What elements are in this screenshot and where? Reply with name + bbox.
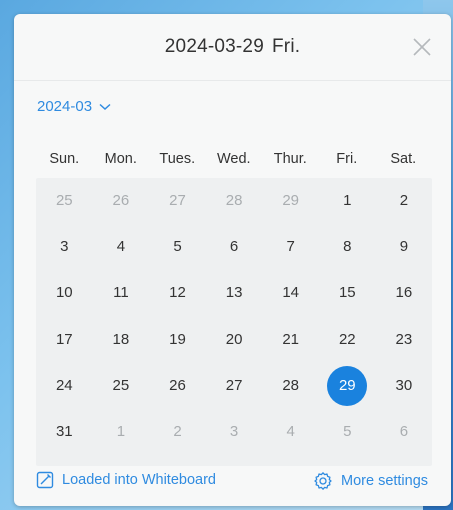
edit-icon [36, 471, 54, 489]
calendar-day-outside[interactable]: 3 [214, 412, 254, 452]
weekday-label: Tues. [159, 151, 196, 167]
weekday-header-row: Sun. Mon. Tues. Wed. Thur. Fri. Sat. [36, 151, 432, 167]
calendar-day[interactable]: 4 [101, 227, 141, 267]
selected-date: 2024-03-29 [164, 36, 264, 57]
weekday-label: Wed. [216, 151, 251, 167]
weekday-label: Mon. [104, 151, 137, 167]
calendar-day[interactable]: 28 [271, 366, 311, 406]
calendar-day[interactable]: 7 [271, 227, 311, 267]
selected-weekday: Fri. [271, 36, 301, 57]
calendar-day[interactable]: 5 [158, 227, 198, 267]
dialog-footer: Loaded into Whiteboard More settings [14, 469, 451, 506]
calendar-day[interactable]: 11 [101, 273, 141, 313]
calendar-day-outside[interactable]: 2 [158, 412, 198, 452]
calendar-day[interactable]: 31 [44, 412, 84, 452]
calendar-dialog: 2024-03-29 Fri. 2024-03 Sun. Mon. Tues. Wed.… [14, 14, 451, 506]
calendar-day[interactable]: 16 [384, 273, 424, 313]
calendar-day-outside[interactable]: 25 [44, 181, 84, 221]
calendar-day[interactable]: 20 [214, 320, 254, 360]
calendar-grid: 25 26 27 28 29 1 2 3 4 5 6 7 8 9 10 11 12 13 14 15 16 17 18 19 2… [36, 178, 432, 466]
calendar-day-outside[interactable]: 1 [101, 412, 141, 452]
calendar-day-outside[interactable]: 5 [327, 412, 367, 452]
calendar-day-outside[interactable]: 26 [101, 181, 141, 221]
month-label: 2024-03 [37, 98, 93, 115]
calendar-day[interactable]: 24 [44, 366, 84, 406]
gear-icon [314, 472, 332, 490]
page-title: 2024-03-29 Fri. [165, 36, 300, 58]
calendar-day[interactable]: 1 [327, 181, 367, 221]
calendar-day[interactable]: 25 [101, 366, 141, 406]
calendar-day-outside[interactable]: 28 [214, 181, 254, 221]
calendar-day[interactable]: 2 [384, 181, 424, 221]
calendar-day[interactable]: 10 [44, 273, 84, 313]
calendar-day[interactable]: 8 [327, 227, 367, 267]
chevron-down-icon [99, 103, 111, 110]
calendar-day[interactable]: 26 [158, 366, 198, 406]
calendar-day[interactable]: 21 [271, 320, 311, 360]
calendar-day[interactable]: 9 [384, 227, 424, 267]
calendar-day-outside[interactable]: 6 [384, 412, 424, 452]
month-selector[interactable]: 2024-03 [37, 98, 111, 115]
calendar-day-outside[interactable]: 29 [271, 181, 311, 221]
close-button[interactable] [411, 36, 433, 58]
dialog-header: 2024-03-29 Fri. [14, 14, 451, 81]
close-icon [413, 38, 431, 56]
calendar-day[interactable]: 19 [158, 320, 198, 360]
calendar-day[interactable]: 27 [214, 366, 254, 406]
calendar-day[interactable]: 23 [384, 320, 424, 360]
calendar-day[interactable]: 6 [214, 227, 254, 267]
calendar-day[interactable]: 13 [214, 273, 254, 313]
weekday-label: Thur. [273, 151, 307, 167]
weekday-label: Fri. [336, 151, 358, 167]
weekday-label: Sat. [390, 151, 417, 167]
calendar-day[interactable]: 14 [271, 273, 311, 313]
more-settings-label: More settings [341, 473, 429, 489]
calendar-day[interactable]: 30 [384, 366, 424, 406]
load-into-whiteboard-label: Loaded into Whiteboard [62, 472, 216, 488]
calendar-day-selected[interactable]: 29 [327, 365, 368, 406]
weekday-label: Sun. [49, 151, 80, 167]
calendar-day[interactable]: 17 [44, 320, 84, 360]
calendar-day[interactable]: 22 [327, 320, 367, 360]
calendar-day[interactable]: 12 [158, 273, 198, 313]
calendar-day[interactable]: 18 [101, 320, 141, 360]
calendar-day[interactable]: 3 [44, 227, 84, 267]
calendar-day[interactable]: 15 [327, 273, 367, 313]
calendar-day-outside[interactable]: 4 [271, 412, 311, 452]
calendar-day-outside[interactable]: 27 [158, 181, 198, 221]
more-settings-button[interactable]: More settings [313, 471, 428, 491]
load-into-whiteboard-button[interactable]: Loaded into Whiteboard [36, 471, 216, 489]
